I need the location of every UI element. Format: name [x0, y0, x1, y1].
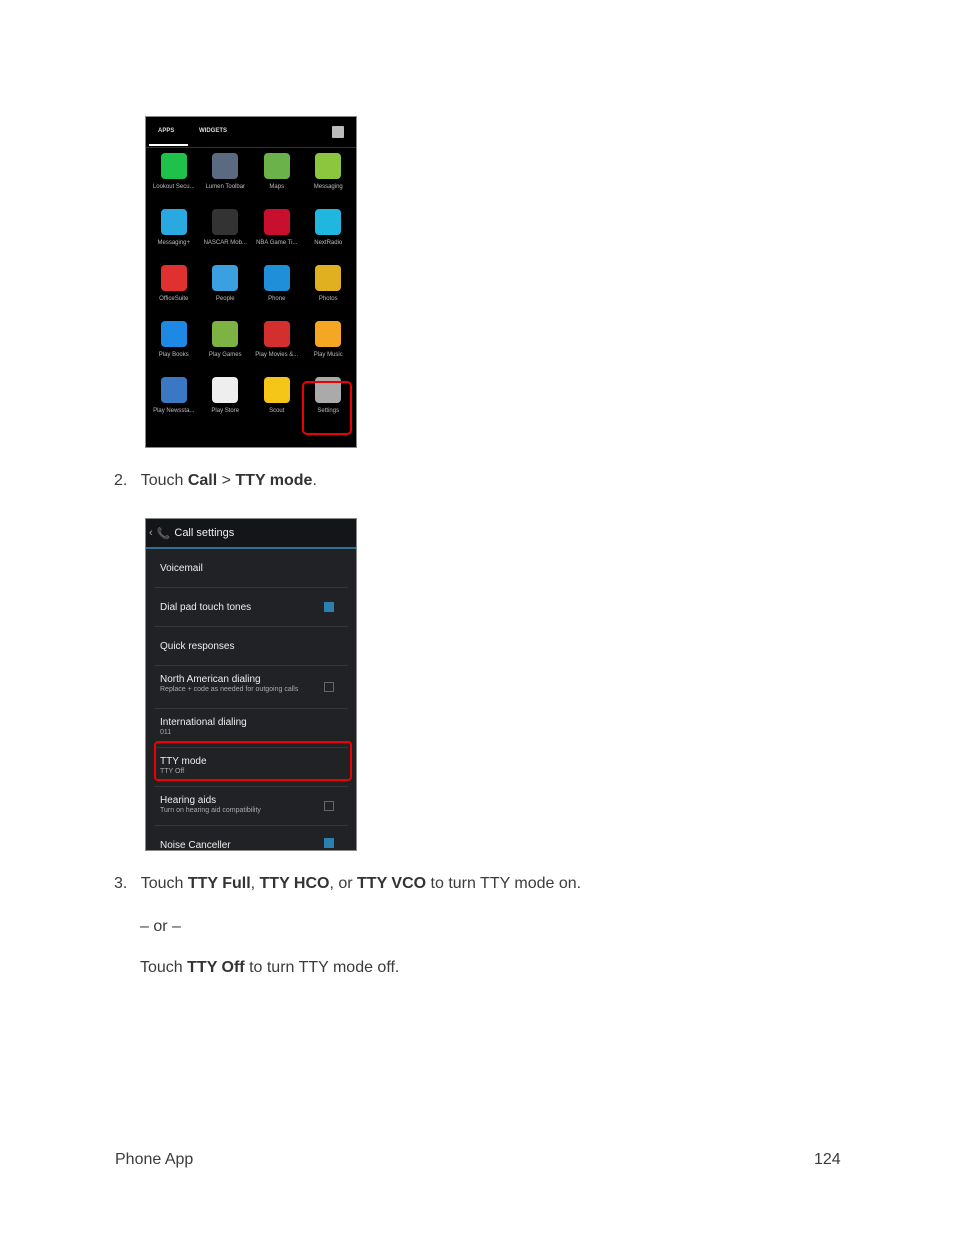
app-messaging-plus[interactable]: Messaging+	[148, 209, 200, 253]
setting-title: Voicemail	[160, 563, 203, 574]
app-lookout[interactable]: Lookout Secu...	[148, 153, 200, 197]
app-play-movies[interactable]: Play Movies &...	[251, 321, 303, 365]
app-label: Messaging+	[157, 240, 191, 246]
officesuite-icon	[160, 265, 187, 291]
setting-row[interactable]: Hearing aids Turn on hearing aid compatib…	[154, 787, 348, 826]
setting-title: International dialing	[160, 717, 247, 728]
app-nextradio[interactable]: NextRadio	[303, 209, 355, 253]
checkbox[interactable]	[324, 682, 334, 692]
maps-icon	[263, 153, 290, 179]
app-label: Play Books	[158, 352, 189, 358]
nba-icon	[263, 209, 290, 235]
setting-row[interactable]: North American dialing Replace + code as …	[154, 666, 348, 709]
phone-icon	[263, 265, 290, 291]
setting-row[interactable]: Noise Canceller	[154, 826, 348, 851]
play-music-icon	[315, 321, 342, 347]
app-label: OfficeSuite	[159, 296, 189, 302]
setting-summary: Turn on hearing aid compatibility	[160, 807, 261, 814]
app-drawer-tabs: APPS WIDGETS	[146, 117, 356, 148]
setting-title: Hearing aids	[160, 795, 217, 806]
app-maps[interactable]: Maps	[251, 153, 303, 197]
phone-icon: 📞	[156, 527, 171, 540]
setting-title: Quick responses	[160, 641, 235, 652]
nextradio-icon	[315, 209, 342, 235]
setting-row[interactable]: Quick responses	[154, 627, 348, 666]
lookout-icon	[160, 153, 187, 179]
active-tab-indicator	[149, 144, 188, 146]
photos-icon	[315, 265, 342, 291]
app-play-newsstand[interactable]: Play Newssta...	[148, 377, 200, 421]
play-movies-icon	[263, 321, 290, 347]
app-play-music[interactable]: Play Music	[303, 321, 355, 365]
checkbox[interactable]	[324, 602, 334, 612]
play-books-icon	[160, 321, 187, 347]
setting-summary: 011	[160, 729, 172, 736]
app-nba[interactable]: NBA Game Ti...	[251, 209, 303, 253]
tty-mode-highlight	[154, 741, 352, 781]
messaging-icon	[315, 153, 342, 179]
setting-row[interactable]: Voicemail	[154, 549, 348, 588]
app-lumen[interactable]: Lumen Toolbar	[200, 153, 252, 197]
setting-row[interactable]: Dial pad touch tones	[154, 588, 348, 627]
app-officesuite[interactable]: OfficeSuite	[148, 265, 200, 309]
play-newsstand-icon	[160, 377, 187, 403]
call-settings-title: Call settings	[174, 527, 235, 539]
nascar-icon	[212, 209, 239, 235]
play-store-icon	[212, 377, 239, 403]
app-people[interactable]: People	[200, 265, 252, 309]
play-games-icon	[212, 321, 239, 347]
back-chevron-icon[interactable]: ‹	[149, 527, 153, 539]
messaging-plus-icon	[160, 209, 187, 235]
tab-apps[interactable]: APPS	[158, 128, 174, 134]
app-label: Play Store	[211, 408, 240, 414]
app-label: Play Games	[208, 352, 242, 358]
setting-title: North American dialing	[160, 674, 261, 685]
settings-highlight	[302, 381, 352, 435]
app-label: Phone	[268, 296, 286, 302]
play-store-bag-icon[interactable]	[332, 126, 344, 138]
app-label: Play Movies &...	[255, 352, 299, 358]
app-play-games[interactable]: Play Games	[200, 321, 252, 365]
call-settings-header: ‹ 📞 Call settings	[146, 519, 356, 549]
app-phone[interactable]: Phone	[251, 265, 303, 309]
app-play-books[interactable]: Play Books	[148, 321, 200, 365]
settings-list: Voicemail Dial pad touch tones Quick respo…	[146, 549, 356, 851]
manual-page: APPS WIDGETS Lookout Secu... Lumen Toolba…	[0, 0, 954, 1235]
scout-icon	[263, 377, 290, 403]
app-label: Messaging	[313, 184, 343, 190]
call-settings-screenshot: ‹ 📞 Call settings Voicemail Dial pad touc…	[145, 518, 357, 851]
checkbox[interactable]	[324, 801, 334, 811]
app-label: Photos	[318, 296, 338, 302]
app-label: Scout	[269, 408, 285, 414]
app-label: Maps	[269, 184, 285, 190]
step-2: 2. Touch Call > TTY mode.	[114, 472, 317, 489]
page-number: 124	[814, 1151, 841, 1168]
setting-title: Dial pad touch tones	[160, 602, 252, 613]
app-label: NBA Game Ti...	[256, 240, 298, 246]
footer-section: Phone App	[115, 1151, 194, 1168]
step-3: 3. Touch TTY Full, TTY HCO, or TTY VCO t…	[114, 875, 582, 892]
app-drawer-screenshot: APPS WIDGETS Lookout Secu... Lumen Toolba…	[145, 116, 357, 448]
app-label: People	[215, 296, 235, 302]
app-label: Play Music	[313, 352, 343, 358]
people-icon	[212, 265, 239, 291]
checkbox[interactable]	[324, 838, 334, 848]
app-scout[interactable]: Scout	[251, 377, 303, 421]
app-label: Lumen Toolbar	[205, 184, 246, 190]
app-messaging[interactable]: Messaging	[303, 153, 355, 197]
app-label: NextRadio	[314, 240, 343, 246]
or-separator: – or –	[140, 918, 181, 935]
app-label: Play Newssta...	[153, 408, 195, 414]
app-label: Lookout Secu...	[152, 184, 195, 190]
setting-summary: Replace + code as needed for outgoing ca…	[160, 686, 299, 693]
app-photos[interactable]: Photos	[303, 265, 355, 309]
setting-title: Noise Canceller	[160, 840, 231, 851]
tab-widgets[interactable]: WIDGETS	[199, 128, 227, 134]
lumen-icon	[212, 153, 239, 179]
app-nascar[interactable]: NASCAR Mob...	[200, 209, 252, 253]
step-3-alt: Touch TTY Off to turn TTY mode off.	[140, 959, 400, 976]
app-label: NASCAR Mob...	[203, 240, 247, 246]
app-play-store[interactable]: Play Store	[200, 377, 252, 421]
